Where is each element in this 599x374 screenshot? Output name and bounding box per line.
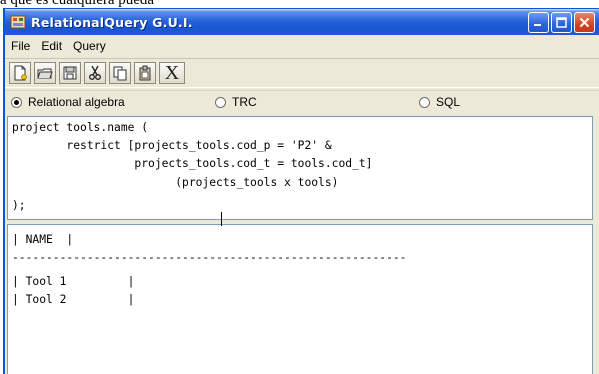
app-icon: [10, 15, 26, 29]
radio-unselected-icon: [419, 96, 430, 108]
close-icon: [579, 17, 590, 28]
maximize-icon: [556, 17, 567, 28]
query-line: (projects_tools x tools): [12, 176, 339, 189]
paste-icon: [139, 65, 151, 81]
table-row: | Tool 2 |: [12, 293, 135, 306]
radio-sql[interactable]: SQL: [419, 95, 460, 109]
save-icon: [63, 66, 77, 80]
results-header: | NAME |: [12, 233, 74, 246]
radio-label-relational-algebra: Relational algebra: [28, 95, 125, 109]
window-title: RelationalQuery G.U.I.: [31, 14, 193, 30]
clear-button[interactable]: X: [159, 62, 185, 84]
clear-x-icon: X: [164, 62, 180, 84]
app-window: RelationalQuery G.U.I. File Edit Query X…: [3, 8, 599, 374]
query-line: restrict [projects_tools.cod_p = 'P2' &: [12, 139, 332, 152]
new-query-icon: [14, 65, 27, 81]
open-button[interactable]: [34, 62, 56, 84]
menu-bar: File Edit Query: [5, 35, 599, 57]
radio-relational-algebra[interactable]: Relational algebra: [11, 95, 125, 109]
cut-icon: [89, 65, 101, 80]
table-row: | Tool 1 |: [12, 275, 135, 288]
radio-selected-icon: [11, 96, 22, 108]
copy-button[interactable]: [109, 62, 131, 84]
menu-query[interactable]: Query: [73, 39, 106, 53]
close-button[interactable]: [574, 12, 595, 33]
cut-button[interactable]: [84, 62, 106, 84]
toolbar: X: [5, 58, 599, 88]
query-editor[interactable]: project tools.name ( restrict [projects_…: [7, 116, 593, 220]
results-separator: ----------------------------------------…: [12, 251, 407, 264]
open-icon: [37, 68, 53, 79]
menu-file[interactable]: File: [11, 39, 30, 53]
copy-icon: [113, 66, 127, 81]
query-mode-selector: Relational algebra TRC SQL: [5, 90, 599, 114]
query-line: );: [12, 199, 26, 212]
radio-trc[interactable]: TRC: [215, 95, 257, 109]
new-query-button[interactable]: [9, 62, 31, 84]
save-button[interactable]: [59, 62, 81, 84]
minimize-icon: [534, 24, 541, 26]
results-panel[interactable]: | NAME | -------------------------------…: [7, 224, 593, 374]
paste-button[interactable]: [134, 62, 156, 84]
query-line: projects_tools.cod_t = tools.cod_t]: [12, 157, 373, 170]
text-caret: [221, 212, 222, 226]
menu-edit[interactable]: Edit: [41, 39, 62, 53]
radio-label-trc: TRC: [232, 95, 257, 109]
minimize-button[interactable]: [528, 12, 549, 33]
maximize-button[interactable]: [551, 12, 572, 33]
title-bar[interactable]: RelationalQuery G.U.I.: [5, 9, 599, 35]
radio-label-sql: SQL: [436, 95, 461, 109]
radio-unselected-icon: [215, 96, 226, 108]
query-line: project tools.name (: [12, 121, 149, 134]
